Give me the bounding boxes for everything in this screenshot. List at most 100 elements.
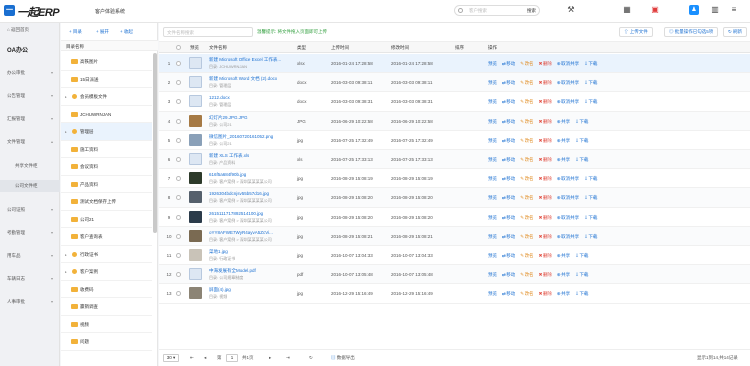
move-action[interactable]: ⇄移动 bbox=[502, 195, 518, 200]
tree-scrollbar[interactable] bbox=[153, 53, 157, 233]
table-row[interactable]: 13 屏面(4).jpg 目录: 视频 jpg 2016-12-29 15:16:49 2… bbox=[159, 284, 750, 304]
table-row[interactable]: 7 616f5a684f90b.jpg 目录: 客户案例 > 深圳某某某某公司 jpg… bbox=[159, 169, 750, 189]
move-action[interactable]: ⇄移动 bbox=[502, 138, 518, 143]
unshare-action[interactable]: ⊕取消共享 bbox=[557, 234, 582, 239]
delete-action[interactable]: ✖删除 bbox=[539, 138, 555, 143]
tree-item[interactable]: 施工资料 bbox=[61, 141, 152, 158]
rename-action[interactable]: ✎改名 bbox=[520, 61, 536, 66]
preview-action[interactable]: 预览 bbox=[488, 272, 500, 277]
tree-item[interactable]: 高铁图片 bbox=[61, 53, 152, 71]
tree-item[interactable]: 测试文档保存上传 bbox=[61, 193, 152, 211]
chevron-right-icon[interactable]: ▸ bbox=[65, 253, 67, 257]
download-action[interactable]: ⇩下载 bbox=[584, 215, 600, 220]
download-action[interactable]: ⇩下载 bbox=[575, 272, 591, 277]
row-checkbox[interactable] bbox=[176, 80, 181, 86]
image-thumbnail[interactable] bbox=[189, 114, 202, 127]
preview-action[interactable]: 预览 bbox=[488, 99, 500, 104]
file-icon[interactable] bbox=[189, 268, 202, 281]
batch-button[interactable]: ◎ 批量操作已勾选5项 bbox=[664, 27, 719, 37]
sidebar-item-company-cabinet[interactable]: 公司文件柜 bbox=[15, 183, 38, 189]
chevron-right-icon[interactable]: ▸ bbox=[65, 130, 67, 134]
unshare-action[interactable]: ⊕取消共享 bbox=[557, 80, 582, 85]
row-checkbox[interactable] bbox=[176, 253, 181, 258]
unshare-action[interactable]: ⊕取消共享 bbox=[557, 61, 582, 66]
preview-action[interactable]: 预览 bbox=[488, 176, 500, 181]
unshare-action[interactable]: ⊕取消共享 bbox=[557, 215, 582, 220]
chevron-right-icon[interactable]: ▸ bbox=[65, 95, 67, 99]
download-action[interactable]: ⇩下载 bbox=[575, 119, 591, 124]
download-action[interactable]: ⇩下载 bbox=[584, 234, 600, 239]
page-size-select[interactable]: 30 ▾ bbox=[163, 354, 179, 362]
preview-action[interactable]: 预览 bbox=[488, 61, 500, 66]
image-thumbnail[interactable] bbox=[189, 191, 202, 204]
calendar-icon[interactable]: ▦ bbox=[622, 5, 632, 15]
share-action[interactable]: ⊕共享 bbox=[557, 157, 573, 162]
sidebar-item-vehicle[interactable]: 用车品 bbox=[7, 253, 21, 259]
file-name-link[interactable]: 中海发展有全Model.pdf bbox=[209, 268, 256, 274]
table-row[interactable]: 6 新建 XLS 工作表.xls 目录: 产品资料 xls 2016-07-25 17:… bbox=[159, 150, 750, 170]
move-action[interactable]: ⇄移动 bbox=[502, 215, 518, 220]
share-action[interactable]: ⊕共享 bbox=[557, 253, 573, 258]
file-icon[interactable] bbox=[189, 153, 202, 165]
move-action[interactable]: ⇄移动 bbox=[502, 157, 518, 162]
rename-action[interactable]: ✎改名 bbox=[520, 291, 536, 296]
file-name-link[interactable]: 1926304bdcnjsv55b57d16.jpg bbox=[209, 191, 269, 196]
row-checkbox[interactable] bbox=[176, 272, 181, 278]
sidebar-item-license[interactable]: 公司证照 bbox=[7, 207, 25, 213]
move-action[interactable]: ⇄移动 bbox=[502, 253, 518, 258]
delete-action[interactable]: ✖删除 bbox=[539, 234, 555, 239]
export-button[interactable]: ▤ 数据导出 bbox=[331, 355, 355, 361]
tree-item[interactable]: 会议资料 bbox=[61, 158, 152, 176]
menu-icon[interactable]: ≡ bbox=[729, 5, 739, 15]
table-row[interactable]: 9 2615111717892514100.jpg 目录: 客户案例 > 深圳某某某… bbox=[159, 208, 750, 227]
row-checkbox[interactable] bbox=[176, 61, 181, 66]
table-row[interactable]: 3 1212.docx 目录: 管理层 docx 2016-03-03 09:38:31… bbox=[159, 92, 750, 112]
table-row[interactable]: 8 1926304bdcnjsv55b57d16.jpg 目录: 客户案例 > 深圳… bbox=[159, 188, 750, 208]
sidebar-item-vehicle-log[interactable]: 车辆日志 bbox=[7, 276, 25, 282]
file-name-link[interactable]: 菜地1.jpg bbox=[209, 249, 228, 255]
tree-item[interactable]: 客户查询表 bbox=[61, 228, 152, 246]
table-row[interactable]: 4 幻灯片29.JPG.JPG 目录: 公司21 JPG 2016-06-29 10:2… bbox=[159, 111, 750, 131]
file-name-link[interactable]: 屏面(4).jpg bbox=[209, 287, 231, 293]
sidebar-item-hr[interactable]: 人事审批 bbox=[7, 299, 25, 305]
row-checkbox[interactable] bbox=[176, 214, 181, 220]
move-action[interactable]: ⇄移动 bbox=[502, 61, 518, 66]
rename-action[interactable]: ✎改名 bbox=[520, 253, 536, 258]
move-action[interactable]: ⇄移动 bbox=[502, 119, 518, 124]
row-checkbox[interactable] bbox=[176, 99, 181, 105]
last-page-icon[interactable]: ⇥ bbox=[286, 355, 290, 361]
row-checkbox[interactable] bbox=[176, 176, 181, 182]
download-action[interactable]: ⇩下载 bbox=[575, 138, 591, 143]
preview-action[interactable]: 预览 bbox=[488, 234, 500, 239]
file-name-link[interactable]: 幻灯片29.JPG.JPG bbox=[209, 115, 248, 121]
row-checkbox[interactable] bbox=[176, 233, 181, 239]
sidebar-item-notice[interactable]: 公告管理 bbox=[7, 93, 25, 99]
preview-action[interactable]: 预览 bbox=[488, 195, 500, 200]
rename-action[interactable]: ✎改名 bbox=[520, 234, 536, 239]
image-thumbnail[interactable] bbox=[189, 287, 202, 300]
tree-item[interactable]: 15日派送 bbox=[61, 71, 152, 88]
tree-item[interactable]: ▸ 客户案例 bbox=[61, 263, 152, 281]
rename-action[interactable]: ✎改名 bbox=[520, 80, 536, 85]
row-checkbox[interactable] bbox=[176, 157, 181, 162]
rename-action[interactable]: ✎改名 bbox=[520, 138, 536, 143]
table-row[interactable]: 10 oYY8AFWE7WyR4ayvA5ZcVi... 目录: 客户案例 > 深圳… bbox=[159, 226, 750, 246]
download-action[interactable]: ⇩下载 bbox=[584, 195, 600, 200]
file-name-link[interactable]: 新建 Microsoft Office Excel 工作表... bbox=[209, 57, 281, 63]
expand-button[interactable]: + 展开 bbox=[96, 29, 109, 35]
delete-action[interactable]: ✖删除 bbox=[539, 195, 555, 200]
table-row[interactable]: 11 菜地1.jpg 目录: 行政证书 jpg 2016-10-07 13:04:33 2… bbox=[159, 246, 750, 266]
tree-item[interactable]: 产品资料 bbox=[61, 176, 152, 193]
download-action[interactable]: ⇩下载 bbox=[584, 80, 600, 85]
download-action[interactable]: ⇩下载 bbox=[584, 61, 600, 66]
delete-action[interactable]: ✖删除 bbox=[539, 253, 555, 258]
tree-item[interactable]: JCHUWRNJAN bbox=[61, 106, 152, 123]
user-badge-icon[interactable]: ♟ bbox=[689, 5, 699, 15]
col-type[interactable]: 类型 bbox=[297, 45, 306, 51]
file-name-link[interactable]: 616f5a684f90b.jpg bbox=[209, 172, 246, 177]
delete-action[interactable]: ✖删除 bbox=[539, 215, 555, 220]
rename-action[interactable]: ✎改名 bbox=[520, 272, 536, 277]
file-name-link[interactable]: 1212.docx bbox=[209, 95, 230, 100]
select-all-checkbox[interactable] bbox=[176, 45, 181, 50]
file-search-input[interactable]: 文件名称搜索 bbox=[163, 27, 253, 37]
